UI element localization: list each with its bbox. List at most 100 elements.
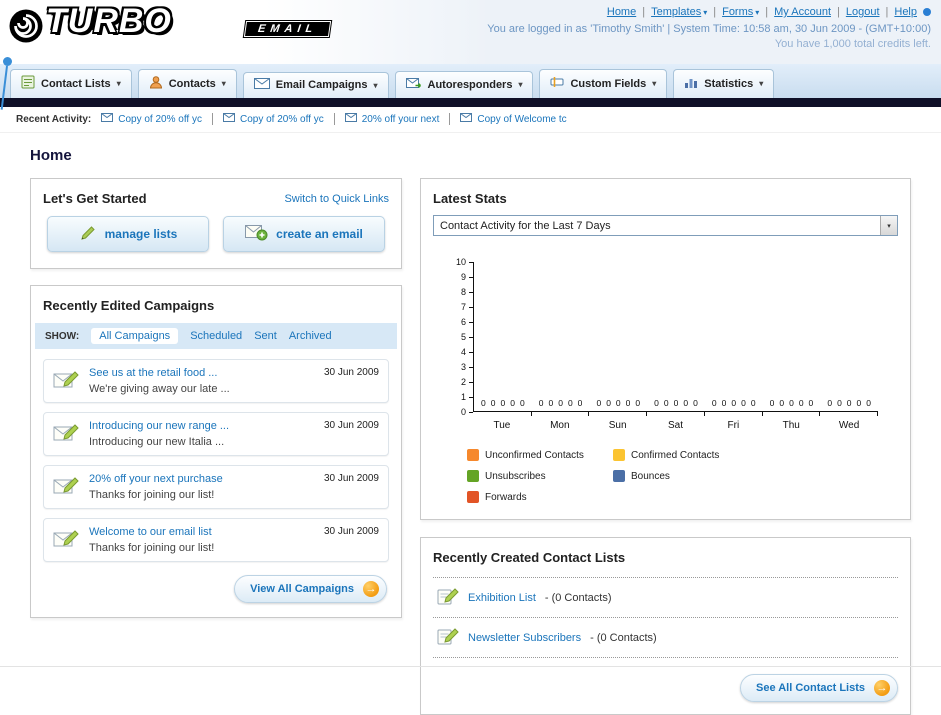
campaign-item[interactable]: 20% off your next purchase Thanks for jo… [43, 465, 389, 509]
arrow-icon: → [363, 581, 379, 597]
bar-value-label: 0 [769, 398, 775, 408]
corner-dot-decoration [923, 8, 931, 16]
bar-value-label: 0 [837, 398, 842, 408]
chevron-down-icon: ▾ [116, 79, 121, 88]
filter-archived[interactable]: Archived [289, 330, 332, 342]
x-axis-label: Sun [608, 420, 627, 431]
recent-activity-label: Recent Activity: [16, 113, 92, 125]
y-axis-label: 5 [460, 332, 466, 342]
tab-label: Autoresponders [427, 78, 513, 91]
bar-value-label: 0 [577, 398, 583, 408]
chart-x-axis: Tue Mon Sun Sat Fri Thu Wed [473, 420, 878, 431]
email-icon [101, 113, 114, 125]
campaign-date: 30 Jun 2009 [323, 420, 379, 431]
recently-edited-campaigns-panel: Recently Edited Campaigns SHOW: All Camp… [30, 285, 402, 618]
recent-activity-link[interactable]: Copy of 20% off yc [118, 114, 202, 125]
contact-lists-panel-title: Recently Created Contact Lists [433, 550, 626, 565]
bar-value-label: 0 [558, 398, 563, 408]
recent-activity-link[interactable]: Copy of Welcome tc [477, 114, 566, 125]
tab-statistics[interactable]: Statistics ▾ [673, 69, 775, 98]
chevron-down-icon: ▾ [652, 79, 657, 88]
contact-list-item[interactable]: Newsletter Subscribers - (0 Contacts) [433, 618, 898, 658]
get-started-title: Let's Get Started [43, 191, 147, 206]
email-icon [344, 113, 357, 125]
recent-activity-item: Copy of Welcome tc [460, 113, 576, 125]
bar-value-label: 0 [606, 398, 611, 408]
email-campaigns-icon [253, 78, 270, 92]
nav-separator: | [837, 6, 840, 18]
legend-swatch-icon [613, 449, 625, 461]
x-axis-label: Wed [838, 420, 860, 431]
arrow-icon: → [874, 680, 890, 696]
stats-panel-title: Latest Stats [433, 191, 507, 206]
recently-created-contact-lists-panel: Recently Created Contact Lists Exhibitio… [420, 537, 911, 715]
view-all-campaigns-button[interactable]: View All Campaigns → [234, 575, 387, 603]
tab-autoresponders[interactable]: Autoresponders ▾ [394, 71, 534, 98]
nav-help-link[interactable]: Help [894, 6, 917, 18]
list-edit-icon [437, 586, 459, 609]
nav-home-link[interactable]: Home [607, 6, 636, 18]
bar-value-label: 0 [866, 398, 871, 408]
bar-value-label: 0 [789, 398, 794, 408]
contact-list-count: - (0 Contacts) [590, 631, 657, 644]
campaign-title-link[interactable]: Introducing our new range ... [89, 420, 310, 432]
filter-all-campaigns[interactable]: All Campaigns [91, 328, 179, 344]
tab-custom-fields[interactable]: Custom Fields ▾ [539, 69, 668, 98]
campaign-date: 30 Jun 2009 [323, 367, 379, 378]
create-email-button[interactable]: create an email [223, 216, 385, 252]
tab-email-campaigns[interactable]: Email Campaigns ▾ [242, 72, 389, 98]
contact-list-link[interactable]: Exhibition List [468, 592, 536, 604]
logo-line2: EMAIL [243, 21, 332, 37]
chevron-down-icon: ▾ [518, 80, 523, 89]
campaigns-panel-title: Recently Edited Campaigns [43, 298, 215, 313]
get-started-panel: Let's Get Started Switch to Quick Links … [30, 178, 402, 269]
campaign-item[interactable]: Welcome to our email list Thanks for joi… [43, 518, 389, 562]
logo-line1: TURBO [46, 2, 172, 40]
y-axis-label: 3 [460, 362, 466, 372]
recent-activity-link[interactable]: 20% off your next [362, 114, 440, 125]
legend-label: Unsubscribes [485, 470, 546, 482]
switch-quick-links-link[interactable]: Switch to Quick Links [284, 193, 389, 205]
nav-forms-link[interactable]: Forms ▾ [722, 6, 759, 18]
chevron-down-icon: ▾ [703, 8, 708, 17]
contact-list-link[interactable]: Newsletter Subscribers [468, 632, 581, 644]
nav-logout-link[interactable]: Logout [846, 6, 880, 18]
tab-contacts[interactable]: Contacts ▾ [137, 69, 237, 98]
manage-lists-button[interactable]: manage lists [47, 216, 209, 252]
contacts-icon [149, 75, 163, 92]
legend-label: Bounces [631, 470, 670, 482]
nav-separator: | [765, 6, 769, 18]
recent-activity-link[interactable]: Copy of 20% off yc [240, 114, 324, 125]
left-column: Let's Get Started Switch to Quick Links … [30, 178, 402, 618]
bar-value-label: 0 [779, 398, 785, 408]
campaign-title-link[interactable]: Welcome to our email list [89, 526, 310, 538]
legend-swatch-icon [467, 491, 479, 503]
legend-label: Forwards [485, 491, 527, 503]
nav-divider-bar [0, 98, 941, 107]
nav-templates-link[interactable]: Templates ▾ [651, 6, 707, 18]
y-axis-label: 6 [460, 317, 466, 327]
filter-scheduled[interactable]: Scheduled [190, 330, 242, 342]
see-all-contact-lists-button[interactable]: See All Contact Lists → [739, 674, 898, 702]
bar-value-label: 0 [635, 398, 641, 408]
tab-contact-lists[interactable]: Contact Lists ▾ [10, 69, 132, 98]
chart-y-axis: 10 9 8 7 6 5 4 3 2 1 0 [447, 257, 473, 417]
email-icon [222, 113, 235, 125]
right-column: Latest Stats Contact Activity for the La… [420, 178, 911, 715]
campaign-item[interactable]: See us at the retail food ... We're givi… [43, 359, 389, 403]
chart-group: 00000 [705, 262, 763, 416]
contact-list-item[interactable]: Exhibition List - (0 Contacts) [433, 577, 898, 618]
legend-item: Unsubscribes [467, 470, 613, 482]
bar-value-label: 0 [500, 398, 506, 408]
tab-label: Email Campaigns [275, 79, 368, 91]
campaign-subtitle: Introducing our new Italia ... [89, 436, 225, 448]
logo-text: TURBO EMAIL [46, 2, 332, 40]
campaign-title-link[interactable]: 20% off your next purchase [89, 473, 310, 485]
campaign-title-link[interactable]: See us at the retail food ... [89, 367, 310, 379]
header: TURBO EMAIL Home | Templates ▾ | Forms ▾ |… [0, 0, 941, 66]
recent-activity-item: Copy of 20% off yc [101, 113, 213, 125]
filter-sent[interactable]: Sent [254, 330, 277, 342]
nav-my-account-link[interactable]: My Account [774, 6, 831, 18]
stats-period-select[interactable]: Contact Activity for the Last 7 Days ▾ [433, 215, 898, 236]
campaign-item[interactable]: Introducing our new range ... Introducin… [43, 412, 389, 456]
